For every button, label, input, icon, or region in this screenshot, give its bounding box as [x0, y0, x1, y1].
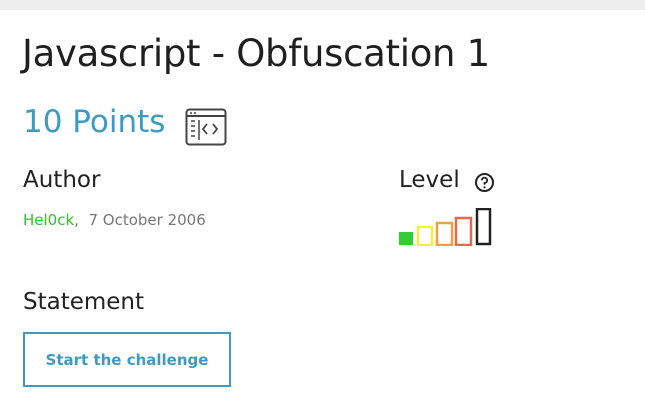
level-bar-1: [399, 232, 413, 245]
author-separator: ,: [74, 211, 79, 229]
start-challenge-button[interactable]: Start the challenge: [23, 332, 231, 387]
question-circle-icon[interactable]: [474, 172, 495, 193]
author-date: 7 October 2006: [88, 211, 206, 229]
author-heading: Author: [23, 167, 101, 193]
web-client-icon: [185, 108, 227, 146]
top-bar: [0, 0, 645, 10]
statement-heading: Statement: [23, 289, 145, 315]
challenge-points: 10 Points: [23, 104, 166, 140]
level-bar-2: [416, 225, 434, 246]
level-bar-4: [454, 216, 473, 246]
difficulty-level-indicator: [399, 208, 492, 246]
author-line: Hel0ck, 7 October 2006: [23, 211, 206, 229]
level-heading: Level: [399, 167, 460, 193]
challenge-title: Javascript - Obfuscation 1: [22, 32, 490, 75]
level-bar-5: [475, 208, 492, 246]
author-name-link[interactable]: Hel0ck: [23, 211, 74, 229]
level-bar-3: [435, 221, 454, 246]
